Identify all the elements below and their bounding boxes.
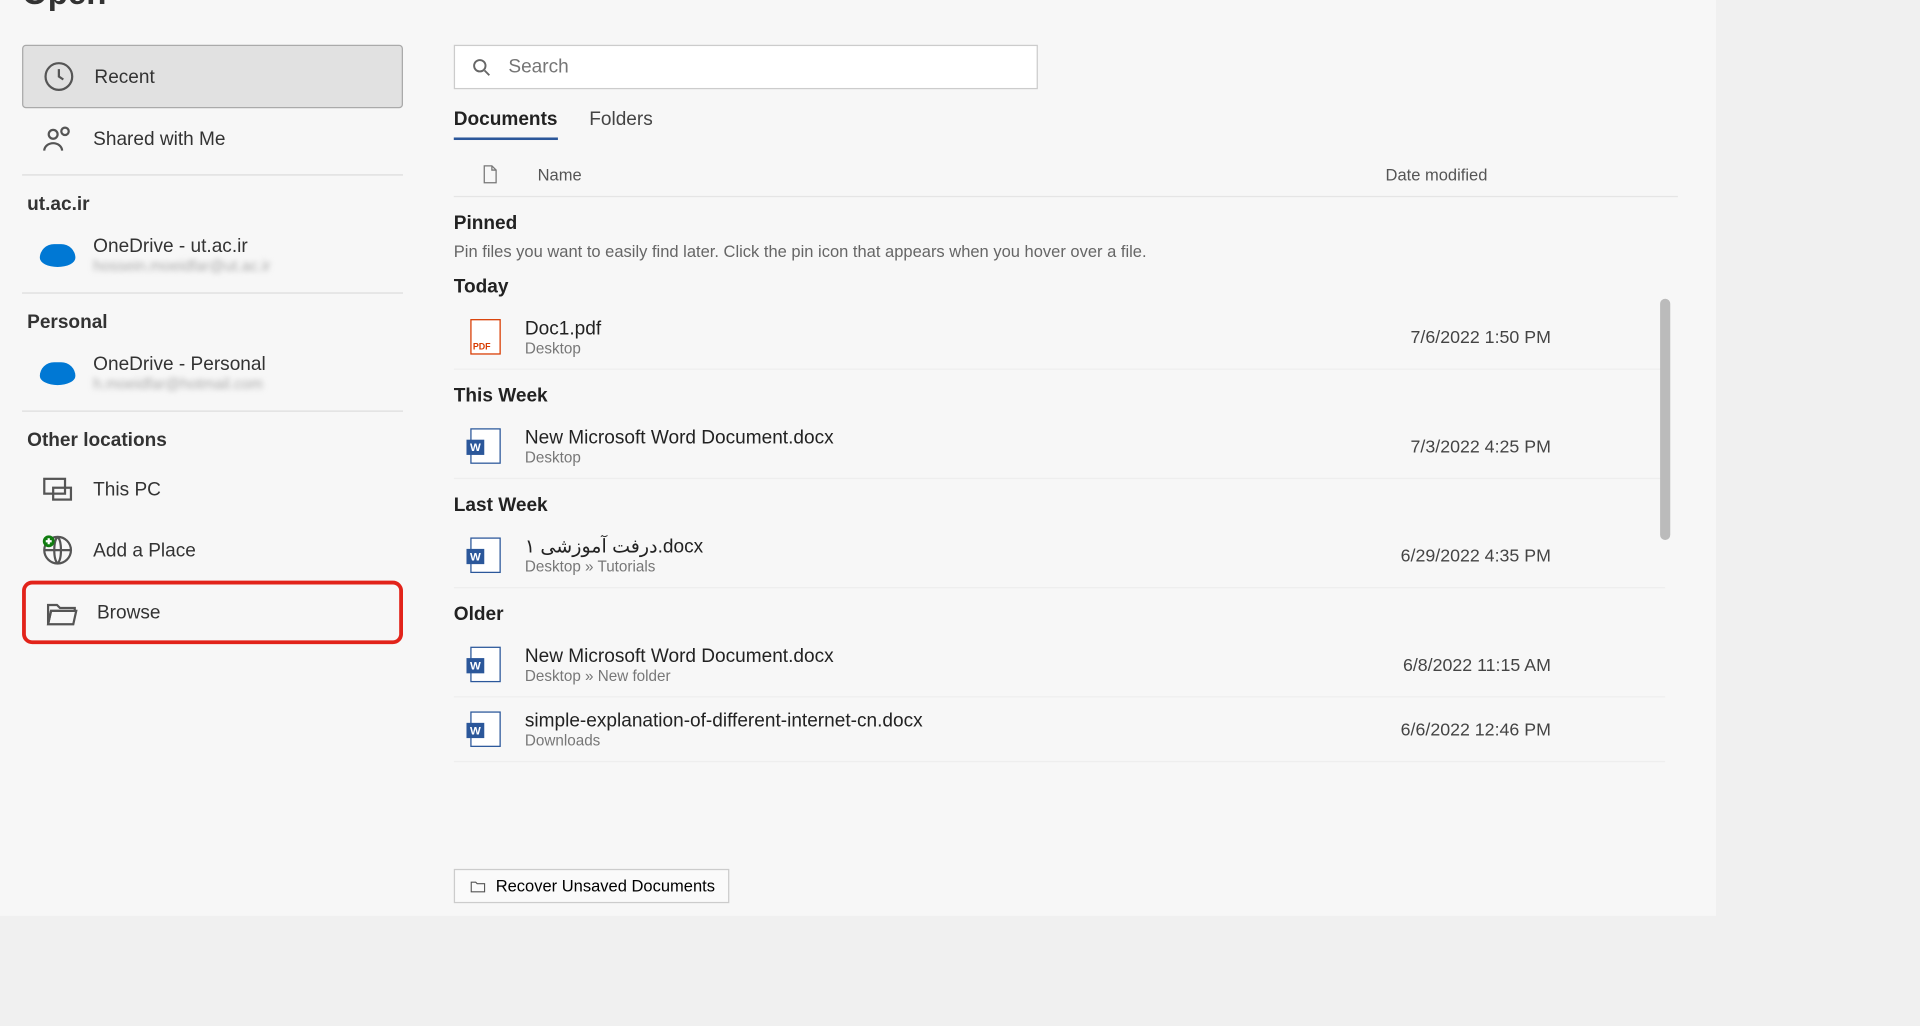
section-header: Last Week bbox=[454, 494, 1665, 516]
file-row[interactable]: درفت آموزشی ۱.docxDesktop » Tutorials 6/2… bbox=[454, 523, 1665, 588]
file-date: 6/8/2022 11:15 AM bbox=[1403, 654, 1551, 674]
file-row[interactable]: New Microsoft Word Document.docxDesktop … bbox=[454, 633, 1665, 698]
folder-icon bbox=[468, 877, 488, 895]
search-icon bbox=[470, 56, 493, 79]
file-path: Desktop bbox=[525, 448, 834, 466]
location-onedrive-org[interactable]: OneDrive - ut.ac.ir hossein.moeidfar@ut.… bbox=[22, 223, 403, 288]
location-shared[interactable]: Shared with Me bbox=[22, 108, 403, 169]
onedrive-personal-email: h.moeidfar@hotmail.com bbox=[93, 375, 266, 393]
file-path: Desktop bbox=[525, 339, 601, 357]
col-name[interactable]: Name bbox=[538, 165, 582, 184]
section-header: This Week bbox=[454, 385, 1665, 407]
other-locations-header: Other locations bbox=[22, 417, 403, 459]
location-add-place[interactable]: Add a Place bbox=[22, 520, 403, 581]
clock-icon bbox=[41, 59, 77, 95]
list-header: Name Date modified bbox=[454, 153, 1678, 197]
col-date[interactable]: Date modified bbox=[1386, 165, 1488, 184]
recover-unsaved-button[interactable]: Recover Unsaved Documents bbox=[454, 869, 729, 903]
file-row[interactable]: Doc1.pdfDesktop 7/6/2022 1:50 PM bbox=[454, 305, 1665, 370]
onedrive-personal-label: OneDrive - Personal bbox=[93, 353, 266, 375]
word-file-icon bbox=[466, 708, 504, 751]
location-recent[interactable]: Recent bbox=[22, 45, 403, 108]
file-path: Downloads bbox=[525, 731, 923, 749]
search-box[interactable] bbox=[454, 45, 1038, 89]
file-list-panel: Documents Folders Name Date modified Pin… bbox=[454, 45, 1678, 916]
page-title: Open bbox=[22, 0, 1678, 13]
onedrive-org-label: OneDrive - ut.ac.ir bbox=[93, 235, 270, 257]
file-path: Desktop » New folder bbox=[525, 666, 834, 684]
folder-icon bbox=[44, 595, 80, 631]
tab-documents[interactable]: Documents bbox=[454, 108, 558, 140]
onedrive-org-email: hossein.moeidfar@ut.ac.ir bbox=[93, 257, 270, 275]
recover-label: Recover Unsaved Documents bbox=[496, 877, 715, 896]
file-name: Doc1.pdf bbox=[525, 317, 601, 339]
people-icon bbox=[40, 121, 76, 157]
browse-label: Browse bbox=[97, 602, 161, 624]
search-input[interactable] bbox=[508, 56, 1021, 78]
location-recent-label: Recent bbox=[94, 66, 154, 88]
file-row[interactable]: New Microsoft Word Document.docxDesktop 7… bbox=[454, 414, 1665, 479]
file-row[interactable]: simple-explanation-of-different-internet… bbox=[454, 697, 1665, 762]
this-pc-label: This PC bbox=[93, 478, 161, 500]
file-name: New Microsoft Word Document.docx bbox=[525, 645, 834, 667]
personal-header: Personal bbox=[22, 299, 403, 341]
file-name: درفت آموزشی ۱.docx bbox=[525, 535, 703, 558]
file-name: simple-explanation-of-different-internet… bbox=[525, 710, 923, 732]
scrollbar[interactable] bbox=[1660, 299, 1670, 540]
file-date: 6/6/2022 12:46 PM bbox=[1401, 719, 1551, 739]
globe-plus-icon bbox=[40, 532, 76, 568]
file-date: 7/6/2022 1:50 PM bbox=[1411, 327, 1551, 347]
section-header: Pinned bbox=[454, 212, 1665, 234]
doc-icon bbox=[479, 163, 499, 186]
tab-folders[interactable]: Folders bbox=[589, 108, 653, 140]
onedrive-icon bbox=[40, 362, 76, 385]
word-file-icon bbox=[466, 534, 504, 577]
word-file-icon bbox=[466, 424, 504, 467]
location-browse[interactable]: Browse bbox=[22, 581, 403, 644]
locations-panel: Recent Shared with Me ut.ac.ir OneDrive … bbox=[22, 45, 403, 916]
file-date: 6/29/2022 4:35 PM bbox=[1401, 545, 1551, 565]
section-hint: Pin files you want to easily find later.… bbox=[454, 242, 1665, 261]
file-path: Desktop » Tutorials bbox=[525, 558, 703, 576]
section-header: Today bbox=[454, 276, 1665, 298]
word-file-icon bbox=[466, 643, 504, 686]
pdf-file-icon bbox=[466, 315, 504, 358]
file-date: 7/3/2022 4:25 PM bbox=[1411, 436, 1551, 456]
location-this-pc[interactable]: This PC bbox=[22, 459, 403, 520]
file-name: New Microsoft Word Document.docx bbox=[525, 426, 834, 448]
section-header: Older bbox=[454, 603, 1665, 625]
location-shared-label: Shared with Me bbox=[93, 128, 225, 150]
pc-icon bbox=[40, 471, 76, 507]
org-header: ut.ac.ir bbox=[22, 181, 403, 223]
onedrive-icon bbox=[40, 244, 76, 267]
add-place-label: Add a Place bbox=[93, 539, 196, 561]
location-onedrive-personal[interactable]: OneDrive - Personal h.moeidfar@hotmail.c… bbox=[22, 341, 403, 406]
